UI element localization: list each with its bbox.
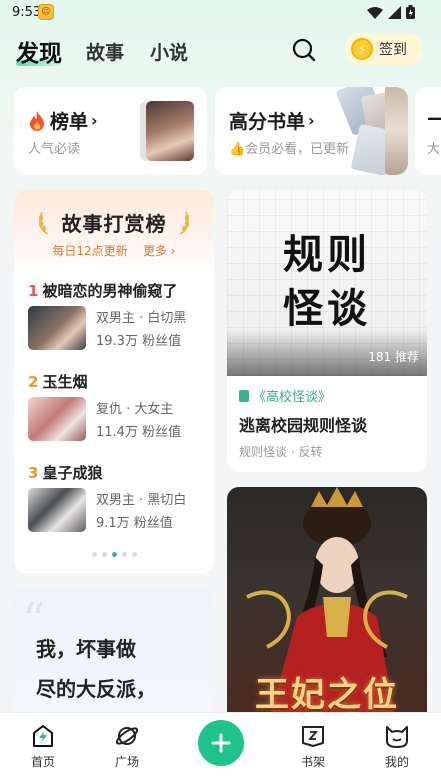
list-item[interactable]: 2 玉生烟 复仇 · 大女主 11.4万 粉丝值 bbox=[28, 371, 208, 441]
nav-home-label: 首页 bbox=[30, 755, 55, 769]
nav-profile[interactable]: 我的 bbox=[367, 723, 427, 770]
add-button[interactable] bbox=[198, 720, 244, 766]
page-dot bbox=[121, 552, 127, 557]
story-title: 2 玉生烟 bbox=[28, 371, 208, 392]
rank-number: 3 bbox=[28, 464, 39, 482]
battery-icon bbox=[406, 5, 415, 19]
cover-title-line: 怪谈 bbox=[283, 286, 371, 332]
header: 发现 故事 小说 ⚡ 签到 bbox=[0, 30, 441, 70]
bookshelf-icon bbox=[302, 726, 324, 747]
story-cover-image bbox=[28, 397, 86, 441]
booklist-card-title: 高分书单 › bbox=[229, 107, 315, 134]
rank-number: 2 bbox=[28, 373, 39, 391]
story-tags: 双男主 · 黑切白 bbox=[96, 493, 187, 508]
story-title: 3 皇子成狼 bbox=[28, 462, 208, 483]
checkin-button[interactable]: ⚡ 签到 bbox=[345, 33, 423, 65]
tab-novels[interactable]: 小说 bbox=[150, 38, 188, 65]
notification-app-icon: ☺ bbox=[38, 4, 54, 20]
signal-icon bbox=[388, 5, 401, 19]
story-cover-image bbox=[28, 306, 86, 350]
page-dot-active bbox=[111, 552, 117, 557]
story-tip-ranking-card[interactable]: 故事打赏榜 每日12点更新 更多 › 1 被暗恋的男神偷窥了 双男主 · 白切黑 … bbox=[14, 190, 214, 573]
story-name: 逃离校园规则怪谈 bbox=[239, 416, 368, 435]
search-icon[interactable] bbox=[290, 36, 318, 64]
story-name: 玉生烟 bbox=[42, 373, 88, 391]
more-link[interactable]: 更多 › bbox=[143, 244, 176, 258]
story-excerpt-card[interactable]: “ 我，坏事做 尽的大反派， bbox=[14, 587, 214, 727]
checkin-label: 签到 bbox=[379, 42, 407, 58]
story-rank-subtitle-row: 每日12点更新 更多 › bbox=[14, 242, 214, 259]
cover-title: 王妃之位 bbox=[255, 675, 399, 715]
more-list-card-subtitle: 大 bbox=[427, 142, 441, 157]
list-item[interactable]: 3 皇子成狼 双男主 · 黑切白 9.1万 粉丝值 bbox=[28, 462, 208, 532]
booklist-card-label: 高分书单 bbox=[229, 111, 306, 133]
story-fan-value: 19.3万 粉丝值 bbox=[96, 334, 182, 349]
lightning-coin-icon: ⚡ bbox=[351, 38, 373, 60]
page-dot bbox=[91, 552, 97, 557]
nav-bookshelf[interactable]: 书架 bbox=[283, 723, 343, 770]
excerpt-text: 我，坏事做 尽的大反派， bbox=[36, 629, 156, 709]
page-dot bbox=[131, 552, 137, 557]
ranking-card[interactable]: 榜单 › 人气必读 bbox=[14, 87, 207, 175]
ranking-card-label: 榜单 bbox=[50, 111, 89, 133]
story-title: 1 被暗恋的男神偷窥了 bbox=[28, 280, 208, 301]
story-fan-value: 11.4万 粉丝值 bbox=[96, 425, 182, 440]
ranking-card-subtitle: 人气必读 bbox=[28, 142, 81, 157]
recommend-count: 181 推荐 bbox=[368, 350, 419, 364]
list-item[interactable]: 1 被暗恋的男神偷窥了 双男主 · 白切黑 19.3万 粉丝值 bbox=[28, 280, 208, 350]
story-tags: 复仇 · 大女主 bbox=[96, 402, 174, 417]
page-dot bbox=[101, 552, 107, 557]
bottom-navigation: 首页 广场 书架 我的 bbox=[0, 712, 441, 784]
excerpt-line: 尽的大反派， bbox=[36, 677, 156, 701]
story-cover-image bbox=[28, 488, 86, 532]
book-icon bbox=[239, 389, 249, 402]
status-icons bbox=[367, 5, 415, 19]
tab-discover[interactable]: 发现 bbox=[16, 34, 62, 68]
ranking-card-title: 榜单 › bbox=[28, 107, 98, 134]
cat-face-icon bbox=[386, 726, 408, 748]
booklist-card-subtitle: 👍会员必看，已更新 bbox=[229, 142, 350, 157]
planet-icon bbox=[115, 727, 139, 745]
story-rank-title: 故事打赏榜 bbox=[61, 212, 167, 236]
story-name: 被暗恋的男神偷窥了 bbox=[42, 282, 178, 300]
nav-bookshelf-label: 书架 bbox=[300, 755, 325, 769]
cover-title: 规则 怪谈 bbox=[227, 228, 427, 336]
status-bar: 9:53 ☺ bbox=[0, 0, 441, 26]
series-name: 《高校怪谈》 bbox=[253, 390, 332, 405]
nav-profile-label: 我的 bbox=[384, 755, 409, 769]
home-lightning-icon bbox=[33, 725, 53, 747]
plus-icon bbox=[211, 733, 231, 753]
booklist-cover-image bbox=[385, 87, 408, 175]
more-list-card[interactable]: — 大 bbox=[415, 87, 441, 175]
story-tags: 双男主 · 白切黑 bbox=[96, 311, 187, 326]
wifi-icon bbox=[367, 6, 383, 19]
cover-title-line: 规则 bbox=[283, 232, 371, 278]
update-schedule-text: 每日12点更新 bbox=[52, 244, 128, 258]
chevron-right-icon: › bbox=[91, 111, 98, 130]
story-fan-value: 9.1万 粉丝值 bbox=[96, 516, 173, 531]
nav-square[interactable]: 广场 bbox=[97, 723, 157, 770]
nav-square-label: 广场 bbox=[114, 755, 139, 769]
fire-icon bbox=[30, 110, 44, 131]
chevron-right-icon: › bbox=[308, 111, 315, 130]
nav-home[interactable]: 首页 bbox=[13, 723, 73, 770]
carousel-page-indicator bbox=[14, 552, 214, 557]
story-card[interactable]: 规则 怪谈 181 推荐 《高校怪谈》 逃离校园规则怪谈 规则怪谈 · 反转 bbox=[227, 190, 427, 472]
more-list-card-title: — bbox=[427, 107, 441, 129]
series-link[interactable]: 《高校怪谈》 bbox=[239, 386, 331, 405]
rank-number: 1 bbox=[28, 282, 39, 300]
story-card[interactable]: 王妃之位 bbox=[227, 487, 427, 727]
excerpt-line: 我，坏事做 bbox=[36, 637, 136, 661]
top-rated-booklist-card[interactable]: 高分书单 › 👍会员必看，已更新 bbox=[215, 87, 408, 175]
tab-stories[interactable]: 故事 bbox=[86, 38, 124, 65]
story-name: 皇子成狼 bbox=[42, 464, 103, 482]
status-time: 9:53 bbox=[12, 5, 42, 20]
ranking-cover-image bbox=[146, 101, 194, 161]
story-tags: 规则怪谈 · 反转 bbox=[239, 445, 323, 459]
